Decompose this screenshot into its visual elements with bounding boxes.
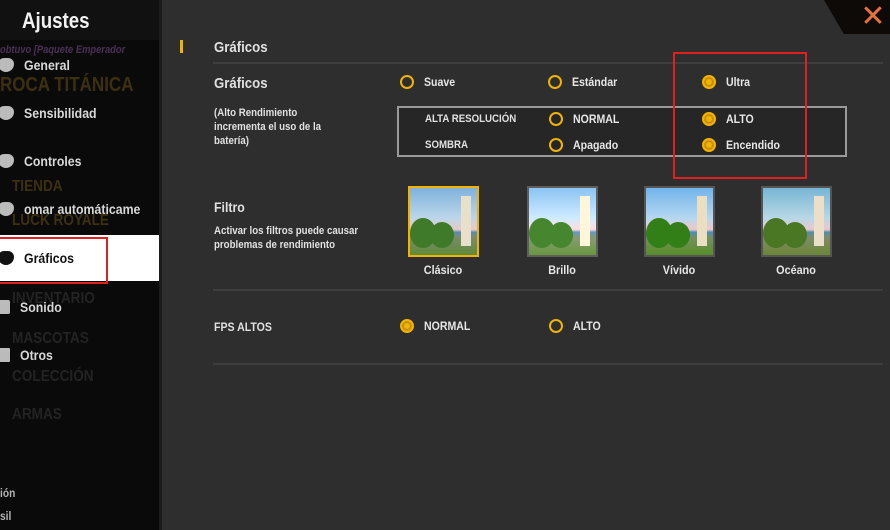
graphics-note: (Alto Rendimiento [214, 107, 298, 119]
highlight-box [0, 237, 108, 284]
filter-thumb-clasico[interactable] [408, 186, 479, 257]
filter-label-vivido: Vívido [662, 263, 696, 277]
sidebar: obtuvo [Paquete Emperador ROCA TITÁNICA … [0, 0, 159, 530]
radio-circle [400, 75, 414, 89]
radio-circle [400, 319, 414, 333]
gamepad-icon [0, 106, 14, 120]
sidebar-item-sonido[interactable]: Sonido [0, 284, 159, 330]
radio-label: ALTO [573, 319, 601, 333]
radio-high-res-normal[interactable]: NORMAL [549, 112, 626, 126]
sidebar-item-otros[interactable]: Otros [0, 332, 159, 378]
divider [213, 363, 883, 365]
filter-label-oceano: Océano [776, 263, 816, 277]
radio-label: Apagado [573, 138, 619, 152]
sidebar-item-controles[interactable]: Controles [0, 138, 159, 184]
filter-thumb-oceano[interactable] [761, 186, 832, 257]
graphics-label: Gráficos [214, 75, 268, 92]
radio-shadow-off[interactable]: Apagado [549, 138, 624, 152]
bg-text: ión [0, 486, 16, 500]
radio-label: Suave [424, 75, 456, 89]
sidebar-item-general[interactable]: General [0, 42, 159, 88]
graphics-note: incrementa el uso de la [214, 121, 322, 133]
radio-circle [549, 138, 563, 152]
sidebar-title: Ajustes [22, 8, 90, 33]
section-accent-bar [180, 40, 183, 53]
music-icon [0, 300, 10, 314]
high-res-label: ALTA RESOLUCIÓN [425, 113, 517, 125]
divider [213, 289, 883, 291]
graphics-note: batería) [214, 135, 249, 147]
bg-text: ARMAS [12, 406, 62, 423]
section-title: Gráficos [214, 39, 268, 56]
filter-thumb-brillo[interactable] [527, 186, 598, 257]
sidebar-item-label: Otros [20, 347, 53, 363]
sidebar-item-label: Sonido [20, 299, 62, 315]
radio-label: Estándar [572, 75, 618, 89]
radio-label: NORMAL [424, 319, 471, 333]
sidebar-item-label: omar automáticame [24, 201, 141, 217]
gamepad-icon [0, 202, 14, 216]
document-icon [0, 348, 10, 362]
radio-fps-normal[interactable]: NORMAL [400, 319, 477, 333]
sidebar-item-auto[interactable]: omar automáticame [0, 186, 159, 232]
close-icon[interactable]: ✕ [858, 2, 888, 32]
bg-text: sil [0, 509, 12, 523]
radio-suave[interactable]: Suave [400, 75, 459, 89]
filter-note: Activar los filtros puede causar [214, 225, 359, 237]
radio-label: NORMAL [573, 112, 620, 126]
radio-estandar[interactable]: Estándar [548, 75, 623, 89]
radio-circle [548, 75, 562, 89]
filter-thumb-vivido[interactable] [644, 186, 715, 257]
radio-fps-alto[interactable]: ALTO [549, 319, 605, 333]
radio-circle [549, 319, 563, 333]
shadow-label: SOMBRA [425, 139, 469, 151]
gamepad-icon [0, 154, 14, 168]
sidebar-item-label: Controles [24, 153, 82, 169]
fps-label: FPS ALTOS [214, 320, 272, 334]
filter-label: Filtro [214, 199, 245, 215]
filter-label-brillo: Brillo [548, 263, 576, 277]
separator [159, 0, 162, 530]
back-arrow-icon [0, 58, 14, 72]
filter-note: problemas de rendimiento [214, 239, 336, 251]
filter-label-clasico: Clásico [423, 263, 463, 277]
sidebar-item-label: General [24, 57, 70, 73]
sidebar-item-label: Sensibilidad [24, 105, 97, 121]
highlight-box [673, 52, 807, 179]
radio-circle [549, 112, 563, 126]
sidebar-item-sensibilidad[interactable]: Sensibilidad [0, 90, 159, 136]
